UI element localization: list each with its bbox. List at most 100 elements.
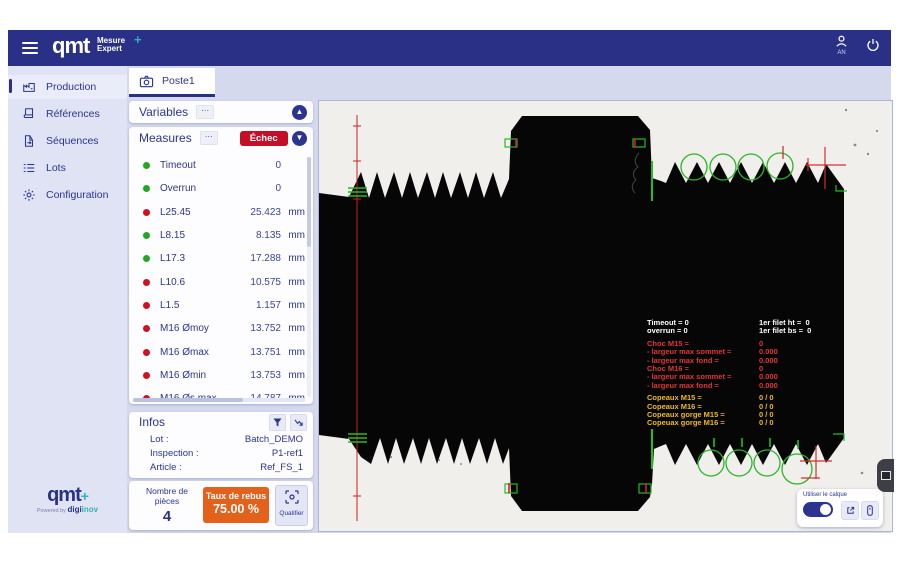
hamburger-menu-icon[interactable] — [22, 42, 38, 54]
brand-logo: qmt — [52, 33, 89, 59]
status-dot — [143, 185, 150, 192]
sequences-icon — [22, 134, 36, 148]
overlay-yellow-block: Copeaux M15 =0 / 0 Copeaux M16 =0 / 0 Co… — [647, 394, 857, 428]
measures-menu-button[interactable]: ··· — [200, 131, 218, 145]
measure-name: L25.45 — [160, 207, 231, 218]
trend-chart-icon — [294, 418, 303, 427]
sidebar-item-label: Séquences — [46, 135, 99, 147]
sidebar-item-production[interactable]: Production — [8, 75, 127, 99]
measures-collapse-button[interactable]: ▼ — [292, 131, 307, 146]
measure-value: 13.752 — [231, 323, 281, 334]
camera-view[interactable]: Timeout = 01er filet ht = 0 overrun = 01… — [318, 100, 893, 532]
status-dot — [143, 232, 150, 239]
status-dot — [143, 372, 150, 379]
scrap-rate-value: 75.00 % — [203, 502, 269, 516]
measure-value: 13.753 — [231, 370, 281, 381]
variables-panel: Variables ··· ▲ — [129, 101, 313, 123]
measure-value: 10.575 — [231, 277, 281, 288]
vertical-gauge-icon — [866, 505, 874, 516]
measure-row[interactable]: M16 Ømin 13.753 mm — [129, 364, 313, 387]
references-icon — [22, 107, 36, 121]
measure-row[interactable]: M16 Ømax 13.751 mm — [129, 340, 313, 363]
measure-row[interactable]: Timeout 0 — [129, 154, 313, 177]
camera-icon — [139, 74, 154, 89]
left-sidebar: Production Références Séquences Lots — [8, 66, 128, 533]
measures-list: Timeout 0 Overrun 0 L25.45 25.423 mm — [129, 154, 313, 404]
measure-row[interactable]: M16 Ømoy 13.752 mm — [129, 317, 313, 340]
sidebar-item-sequences[interactable]: Séquences — [8, 129, 127, 153]
measure-value: 1.157 — [231, 300, 281, 311]
sidebar-item-lots[interactable]: Lots — [8, 156, 127, 180]
measure-unit: mm — [281, 253, 305, 264]
tab-poste1[interactable]: Poste1 — [129, 68, 215, 97]
measure-row[interactable]: L25.45 25.423 mm — [129, 201, 313, 224]
open-external-button[interactable] — [841, 501, 859, 520]
measures-horizontal-scrollbar[interactable] — [133, 398, 305, 402]
infos-stats-button[interactable] — [290, 414, 307, 431]
measure-name: Timeout — [160, 160, 231, 171]
status-dot — [143, 279, 150, 286]
scrap-rate-badge: Taux de rebus 75.00 % — [203, 487, 269, 523]
info-label: Article : — [150, 462, 182, 473]
measure-row[interactable]: Overrun 0 — [129, 177, 313, 200]
gauge-view-button[interactable] — [861, 501, 879, 520]
side-drawer-handle[interactable] — [877, 459, 894, 492]
pieces-count-value: 4 — [135, 508, 199, 525]
status-dot — [143, 302, 150, 309]
layer-toggle-switch[interactable] — [803, 502, 833, 517]
footer-brand-logo: qmt+ Powered by digiinov — [8, 484, 127, 514]
measure-unit: mm — [281, 323, 305, 334]
measure-row[interactable]: L8.15 8.135 mm — [129, 224, 313, 247]
measure-row[interactable]: L1.5 1.157 mm — [129, 294, 313, 317]
variables-panel-title: Variables — [139, 105, 188, 119]
variables-expand-button[interactable]: ▲ — [292, 105, 307, 120]
measure-value: 8.135 — [231, 230, 281, 241]
app-window: qmt MesureExpert + AN Production — [0, 0, 900, 566]
drawer-handle-icon — [881, 471, 891, 480]
user-account-button[interactable]: AN — [834, 34, 849, 56]
info-value: P1-ref1 — [272, 448, 303, 459]
measure-row[interactable]: L10.6 10.575 mm — [129, 270, 313, 293]
status-dot — [143, 349, 150, 356]
tab-label: Poste1 — [162, 75, 195, 87]
user-initials: AN — [837, 50, 845, 56]
measure-value: 0 — [231, 160, 281, 171]
measure-name: M16 Ømax — [160, 347, 231, 358]
variables-menu-button[interactable]: ··· — [196, 105, 214, 119]
sidebar-item-label: Lots — [46, 162, 66, 174]
info-row-article: Article : Ref_FS_1 — [129, 460, 313, 474]
brand-logo-subtitle: MesureExpert — [97, 37, 125, 53]
sidebar-item-references[interactable]: Références — [8, 102, 127, 126]
measure-name: L10.6 — [160, 277, 231, 288]
measure-value: 13.751 — [231, 347, 281, 358]
sidebar-item-configuration[interactable]: Configuration — [8, 183, 127, 207]
status-dot — [143, 325, 150, 332]
info-label: Lot : — [150, 434, 169, 445]
measures-vertical-scrollbar[interactable] — [307, 157, 311, 397]
measure-name: M16 Ømin — [160, 370, 231, 381]
sidebar-item-label: Références — [46, 108, 100, 120]
power-button[interactable] — [865, 37, 881, 53]
measure-unit: mm — [281, 347, 305, 358]
info-value: Batch_DEMO — [245, 434, 303, 445]
status-dot — [143, 209, 150, 216]
qualify-button[interactable]: Qualifier — [275, 485, 308, 526]
status-dot — [143, 255, 150, 262]
overlay-white-row: overrun = 01er filet bs = 0 — [647, 327, 857, 335]
info-value: Ref_FS_1 — [260, 462, 303, 473]
measure-value: 25.423 — [231, 207, 281, 218]
infos-filter-button[interactable] — [269, 414, 286, 431]
measure-row[interactable]: L17.3 17.288 mm — [129, 247, 313, 270]
info-row-lot: Lot : Batch_DEMO — [129, 432, 313, 446]
info-row-inspection: Inspection : P1-ref1 — [129, 446, 313, 460]
overlay-red-block: Choc M15 =0 - largeur max sommet =0.000 … — [647, 340, 857, 390]
sidebar-item-label: Configuration — [46, 189, 108, 201]
status-dot — [143, 162, 150, 169]
lots-icon — [22, 161, 36, 175]
measure-value: 17.288 — [231, 253, 281, 264]
measure-unit: mm — [281, 300, 305, 311]
production-icon — [22, 80, 36, 94]
configuration-gear-icon — [22, 188, 36, 202]
layer-toggle-label: Utiliser le calque — [803, 492, 847, 498]
infos-panel-title: Infos — [139, 415, 165, 429]
